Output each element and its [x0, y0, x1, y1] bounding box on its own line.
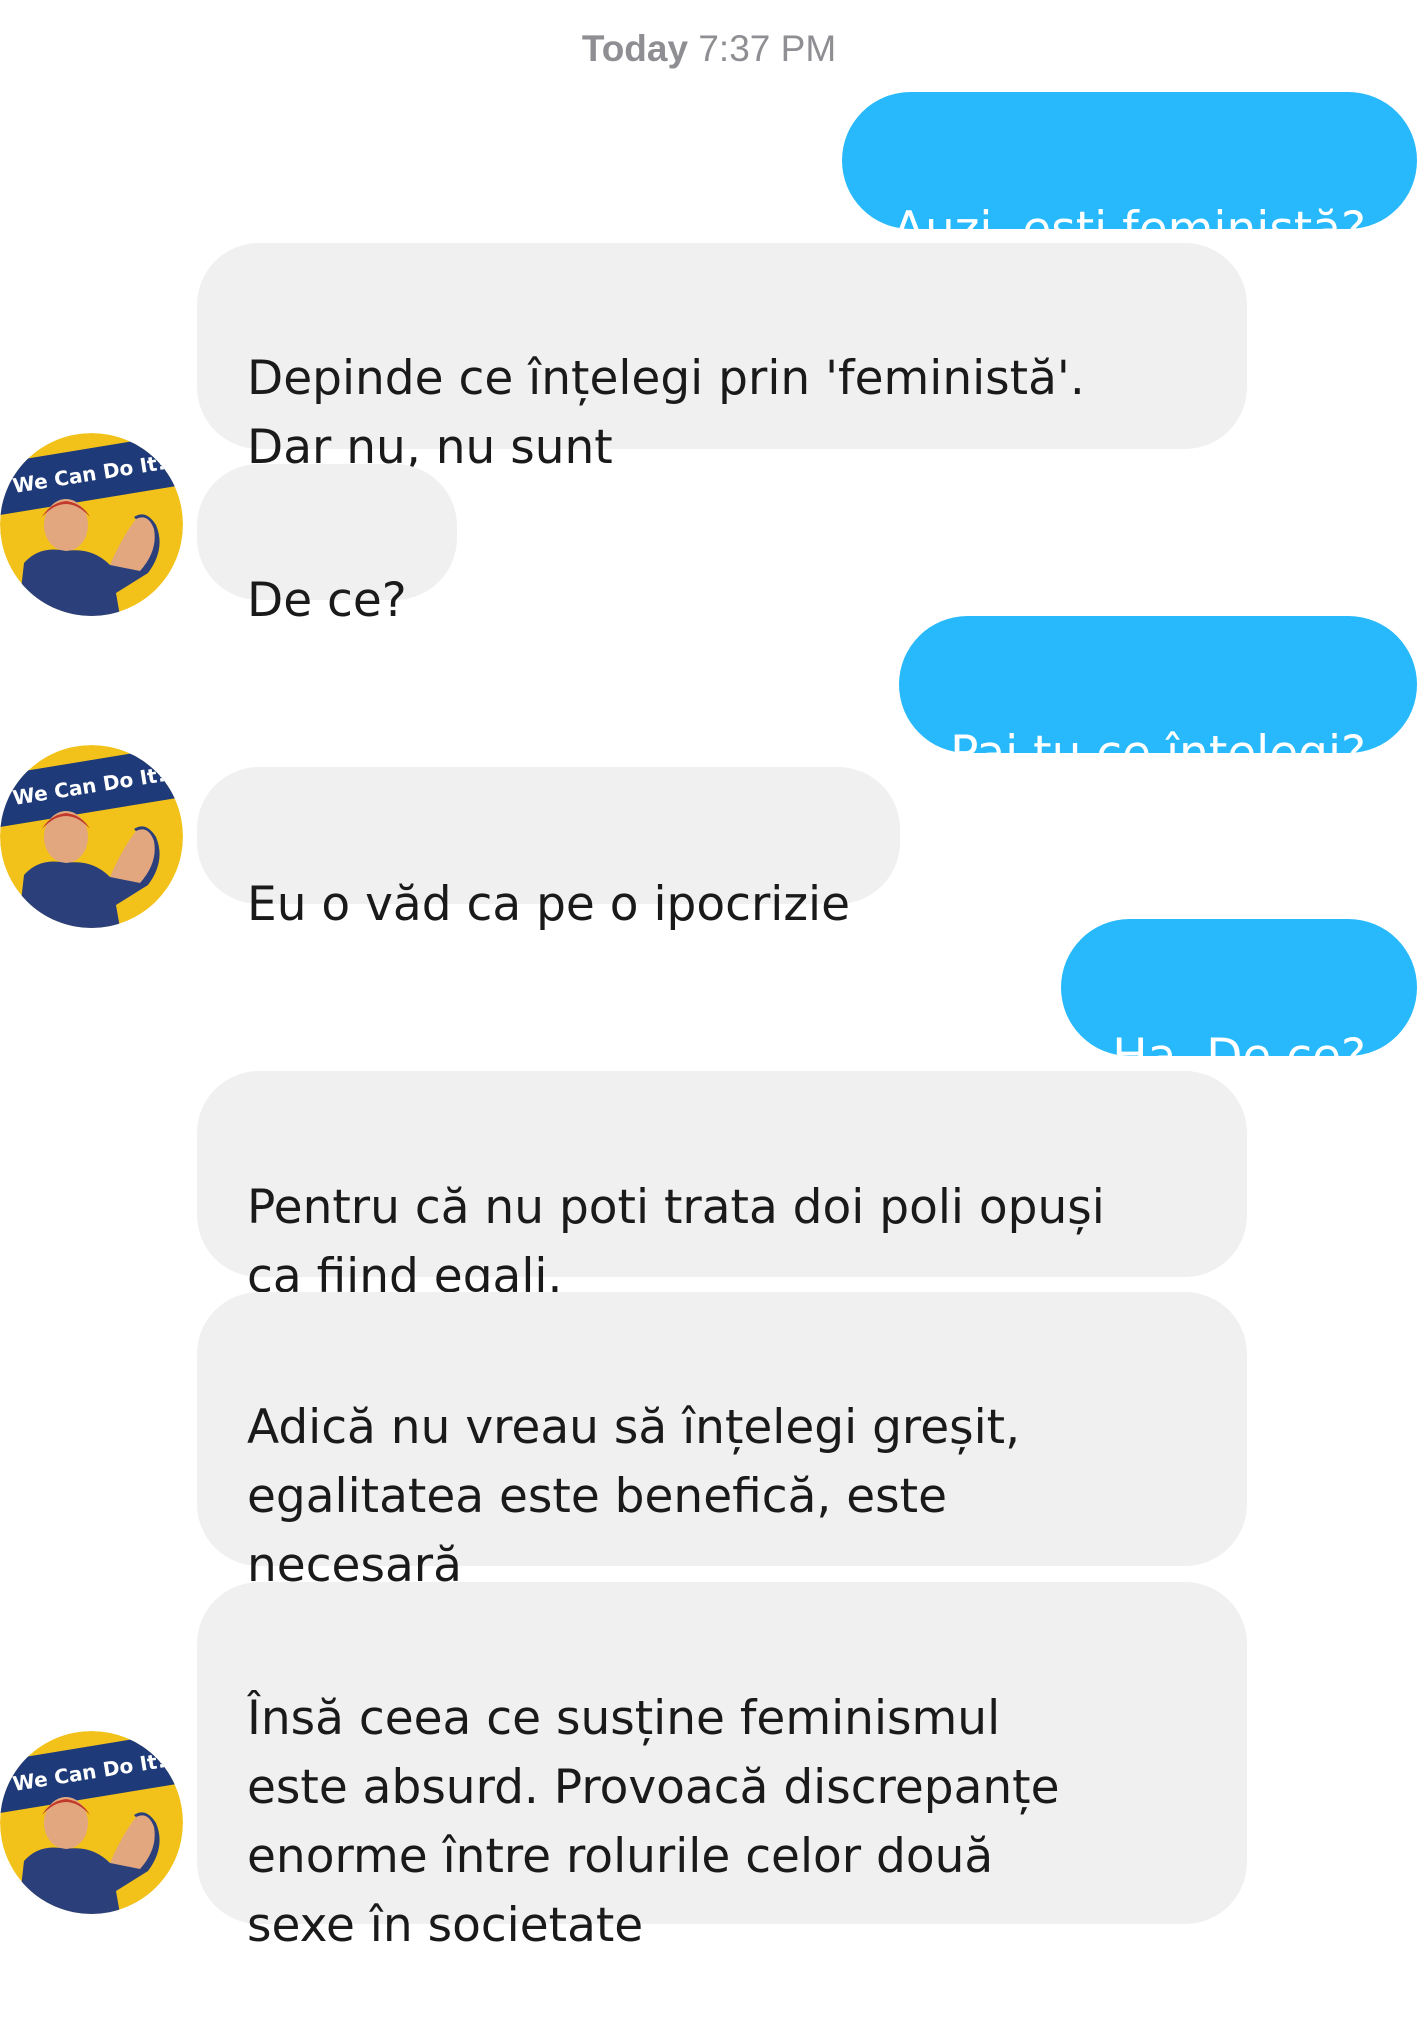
- poster-avatar-icon: We Can Do It!: [0, 1731, 183, 1914]
- timestamp-day: Today: [581, 28, 689, 69]
- contact-avatar[interactable]: We Can Do It!: [0, 433, 183, 616]
- message-text: Depinde ce înțelegi prin 'feministă'. Da…: [247, 351, 1085, 475]
- message-text: Eu o văd ca pe o ipocrizie: [247, 877, 850, 932]
- conversation-timestamp: Today 7:37 PM: [0, 28, 1418, 70]
- message-text: Adică nu vreau să înțelegi greșit, egali…: [247, 1400, 1021, 1593]
- incoming-message-bubble[interactable]: Eu o văd ca pe o ipocrizie: [197, 767, 900, 932]
- timestamp-time: 7:37 PM: [698, 28, 837, 69]
- incoming-message-bubble[interactable]: Însă ceea ce susține feminismul este abs…: [197, 1582, 1247, 1953]
- incoming-message-bubble[interactable]: Pentru că nu poti trata doi poli opuși c…: [197, 1071, 1247, 1304]
- incoming-message-bubble[interactable]: Depinde ce înțelegi prin 'feministă'. Da…: [197, 243, 1247, 475]
- poster-avatar-icon: We Can Do It!: [0, 745, 183, 928]
- message-text: Pai tu ce înțelegi?: [950, 726, 1366, 781]
- incoming-message-bubble[interactable]: De ce?: [197, 464, 457, 628]
- outgoing-message-bubble[interactable]: Auzi, ești feministă?: [841, 92, 1417, 257]
- outgoing-message-bubble[interactable]: Ha. De ce?: [1061, 919, 1417, 1084]
- contact-avatar[interactable]: We Can Do It!: [0, 1731, 183, 1914]
- message-text: Pentru că nu poti trata doi poli opuși c…: [247, 1180, 1105, 1304]
- contact-avatar[interactable]: We Can Do It!: [0, 745, 183, 928]
- incoming-message-bubble[interactable]: Adică nu vreau să înțelegi greșit, egali…: [197, 1292, 1247, 1593]
- message-text: De ce?: [247, 573, 407, 628]
- outgoing-message-bubble[interactable]: Pai tu ce înțelegi?: [899, 616, 1417, 781]
- message-text: Însă ceea ce susține feminismul este abs…: [247, 1691, 1060, 1953]
- poster-avatar-icon: We Can Do It!: [0, 433, 183, 616]
